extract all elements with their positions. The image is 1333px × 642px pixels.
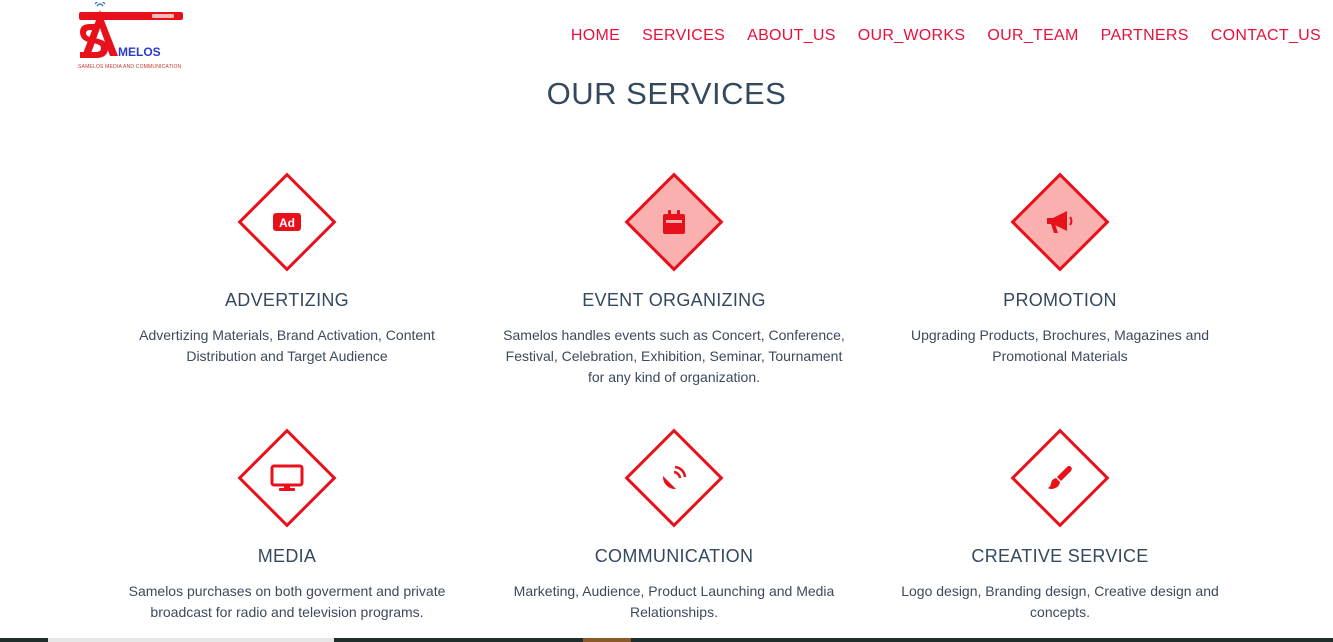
service-title: ADVERTIZING [225,290,349,310]
logo-tagline: SAMELOS MEDIA AND COMMUNICATION [78,64,182,70]
nav-about-us[interactable]: ABOUT_US [747,26,836,46]
service-icon-frame [624,428,724,528]
service-description: Samelos handles events such as Concert, … [503,327,845,385]
monitor-icon [270,464,304,491]
service-icon-frame [237,428,337,528]
service-icon-frame: Ad [237,172,337,272]
service-description: Advertizing Materials, Brand Activation,… [139,327,435,364]
service-creative: CREATIVE SERVICE Logo design, Branding d… [870,428,1250,623]
ad-icon: Ad [273,213,301,231]
service-icon-frame [624,172,724,272]
service-event-organizing: EVENT ORGANIZING Samelos handles events … [484,172,864,388]
service-title: CREATIVE SERVICE [971,546,1149,566]
service-description: Upgrading Products, Brochures, Magazines… [910,327,1210,364]
service-title: PROMOTION [1003,290,1117,310]
main-nav: HOME SERVICES ABOUT_US OUR_WORKS OUR_TEA… [571,26,1321,46]
paint-brush-icon [1048,465,1072,489]
service-icon-frame [1010,428,1110,528]
nav-partners[interactable]: PARTNERS [1101,26,1189,46]
service-title: MEDIA [257,546,317,566]
megaphone-icon [1047,211,1073,233]
nav-contact-us[interactable]: CONTACT_US [1211,26,1321,46]
satellite-dish-icon [662,465,687,490]
service-title: COMMUNICATION [594,546,754,566]
service-promotion: PROMOTION Upgrading Products, Brochures,… [870,172,1250,367]
service-icon-frame [1010,172,1110,272]
service-title: EVENT ORGANIZING [582,290,766,310]
logo-text: MELOS [118,45,161,59]
nav-services[interactable]: SERVICES [642,26,725,46]
nav-home[interactable]: HOME [571,26,620,46]
logo-mark [79,0,183,58]
logo[interactable]: MELOS [76,0,186,72]
svg-text:Ad: Ad [279,216,295,230]
nav-our-team[interactable]: OUR_TEAM [987,26,1078,46]
service-media: MEDIA Samelos purchases on both govermen… [97,428,477,623]
calendar-icon [663,210,685,234]
nav-our-works[interactable]: OUR_WORKS [858,26,966,46]
service-description: Samelos purchases on both goverment and … [128,583,446,620]
bottom-bar [0,638,1333,642]
service-description: Marketing, Audience, Product Launching a… [513,583,835,620]
service-communication: COMMUNICATION Marketing, Audience, Produ… [484,428,864,623]
section-title: OUR SERVICES [546,76,787,111]
service-description: Logo design, Branding design, Creative d… [901,583,1219,620]
service-advertizing: Ad ADVERTIZING Advertizing Materials, Br… [97,172,477,367]
